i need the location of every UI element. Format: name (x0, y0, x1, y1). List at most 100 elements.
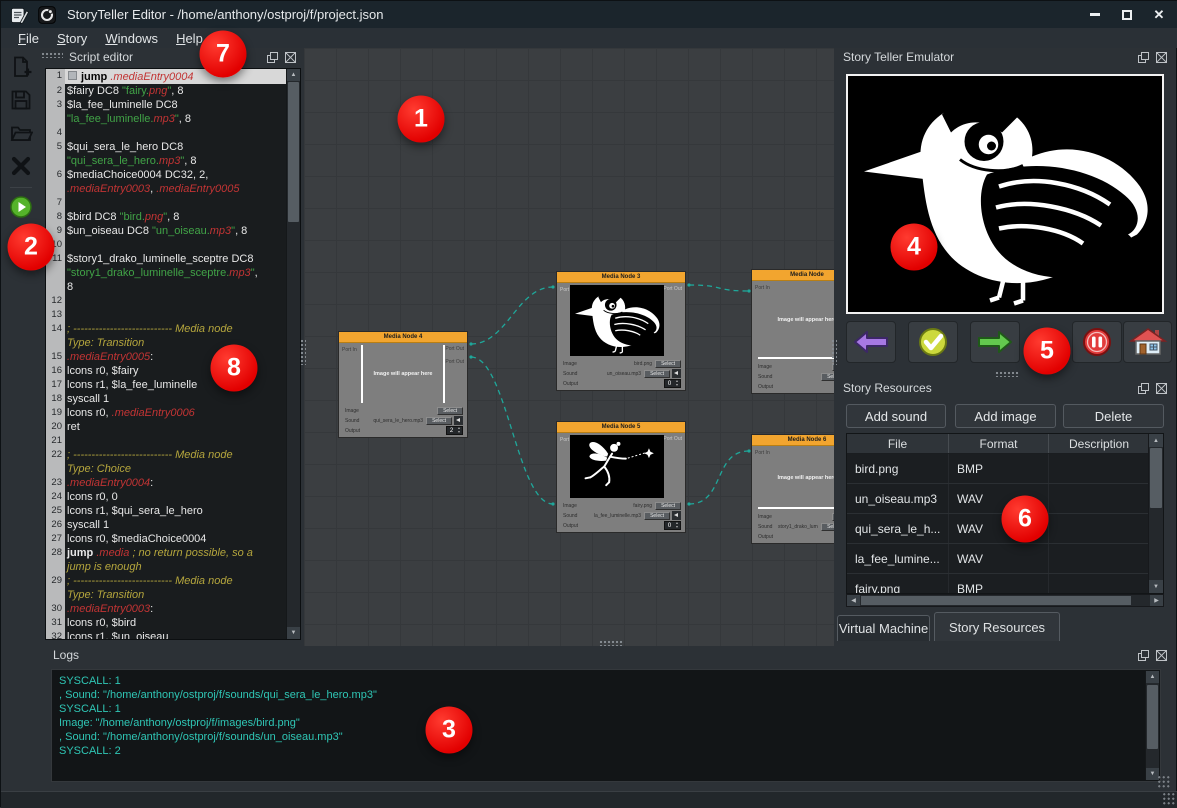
code-line[interactable]: 22; --------------------------- Media no… (46, 448, 286, 476)
tab-virtual-machine[interactable]: Virtual Machine (837, 615, 930, 641)
select-button[interactable]: Select (821, 373, 834, 381)
code-line[interactable]: 2$fairy DC8 "fairy.png", 8 (46, 84, 286, 98)
code-line[interactable]: 29; --------------------------- Media no… (46, 574, 286, 602)
select-button[interactable]: Select (644, 370, 670, 378)
spinner-arrows-icon[interactable]: ▲▼ (456, 427, 462, 434)
editor-vscrollbar[interactable]: ▲ ▼ (286, 69, 300, 639)
code-line[interactable]: 4 (46, 126, 286, 140)
code-line[interactable]: 20ret (46, 420, 286, 434)
back-button[interactable] (846, 321, 896, 363)
code-line[interactable]: 23.mediaEntry0004: (46, 476, 286, 490)
float-panel-icon[interactable] (267, 52, 278, 63)
select-button[interactable]: Select (832, 513, 834, 521)
graph-node[interactable]: Media Node 3Port InPort OutImagebird.png… (556, 271, 686, 391)
code-line[interactable]: 6$mediaChoice0004 DC32, 2,.mediaEntry000… (46, 168, 286, 196)
node-graph-canvas[interactable]: Media Node 4Port InPort OutPort OutImage… (304, 48, 834, 646)
add-sound-button[interactable]: Add sound (846, 404, 946, 428)
graph-node[interactable]: Media Node 4Port InPort OutPort OutImage… (338, 331, 468, 438)
splitter-handle[interactable] (831, 339, 837, 365)
code-line[interactable]: 1jump .mediaEntry0004 (46, 69, 286, 84)
code-line[interactable]: 18syscall 1 (46, 392, 286, 406)
ok-button[interactable] (908, 321, 958, 363)
logs-output[interactable]: SYSCALL: 1, Sound: "/home/anthony/ostpro… (51, 669, 1161, 782)
splitter-handle[interactable] (995, 371, 1019, 377)
menu-windows[interactable]: Windows (96, 31, 167, 46)
code-line[interactable]: 26syscall 1 (46, 518, 286, 532)
forward-button[interactable] (970, 321, 1020, 363)
table-row[interactable]: fairy.pngBMP (847, 574, 1163, 594)
close-panel-icon[interactable] (1156, 52, 1167, 63)
close-panel-icon[interactable] (1156, 383, 1167, 394)
column-header-format[interactable]: Format (949, 434, 1049, 453)
scroll-down-icon[interactable]: ▼ (1149, 580, 1163, 593)
port-out[interactable]: Port Out (663, 286, 682, 292)
code-line[interactable]: 32lcons r1, $un_oiseau (46, 630, 286, 639)
run-icon[interactable] (9, 195, 33, 219)
select-button[interactable]: Select (644, 512, 670, 520)
graph-node[interactable]: Media Node 6Port InImage will appear her… (751, 434, 834, 544)
code-line[interactable]: 25lcons r1, $qui_sera_le_hero (46, 504, 286, 518)
minimize-button[interactable] (1080, 5, 1110, 24)
code-line[interactable]: 28jump .media ; no return possible, so a… (46, 546, 286, 574)
tab-story-resources[interactable]: Story Resources (934, 612, 1060, 641)
table-row[interactable]: bird.pngBMP (847, 454, 1163, 484)
spinner-arrows-icon[interactable]: ▲▼ (674, 522, 680, 529)
port-out[interactable]: Port Out (445, 359, 464, 365)
add-image-button[interactable]: Add image (955, 404, 1056, 428)
close-panel-icon[interactable] (1156, 650, 1167, 661)
speaker-icon[interactable] (672, 369, 681, 378)
scroll-down-icon[interactable]: ▼ (287, 627, 300, 639)
float-panel-icon[interactable] (1138, 52, 1149, 63)
close-button[interactable]: ✕ (1144, 5, 1174, 24)
output-spinner[interactable]: 0▲▼ (664, 521, 681, 530)
dock-drag-handle[interactable] (41, 52, 63, 58)
close-x-icon[interactable] (9, 154, 33, 178)
table-hscrollbar[interactable]: ◀ ▶ (846, 594, 1164, 607)
scroll-thumb[interactable] (1147, 685, 1158, 749)
select-button[interactable]: Select (655, 360, 681, 368)
code-line[interactable]: 11$story1_drako_luminelle_sceptre DC8"st… (46, 252, 286, 294)
code-line[interactable]: 9$un_oiseau DC8 "un_oiseau.mp3", 8 (46, 224, 286, 238)
table-vscrollbar[interactable]: ▲ ▼ (1148, 434, 1163, 593)
menu-file[interactable]: File (9, 31, 48, 46)
scroll-left-icon[interactable]: ◀ (847, 595, 860, 606)
select-button[interactable]: Select (821, 523, 834, 531)
port-out[interactable]: Port Out (445, 346, 464, 352)
resize-grip[interactable] (1157, 775, 1171, 789)
script-editor[interactable]: 1jump .mediaEntry00042$fairy DC8 "fairy.… (45, 68, 301, 640)
float-panel-icon[interactable] (1138, 383, 1149, 394)
scroll-thumb[interactable] (861, 596, 1131, 605)
code-line[interactable]: 19lcons r0, .mediaEntry0006 (46, 406, 286, 420)
open-folder-icon[interactable] (9, 121, 33, 145)
select-button[interactable]: Select (655, 502, 681, 510)
code-line[interactable]: 8$bird DC8 "bird.png", 8 (46, 210, 286, 224)
output-spinner[interactable]: 0▲▼ (664, 379, 681, 388)
code-line[interactable]: 14; --------------------------- Media no… (46, 322, 286, 350)
save-icon[interactable] (9, 88, 33, 112)
code-line[interactable]: 12 (46, 294, 286, 308)
code-line[interactable]: 7 (46, 196, 286, 210)
menu-story[interactable]: Story (48, 31, 96, 46)
window-resize-grip[interactable] (1162, 792, 1176, 806)
splitter-handle[interactable] (300, 339, 306, 365)
spinner-arrows-icon[interactable]: ▲▼ (674, 380, 680, 387)
code-line[interactable]: 3$la_fee_luminelle DC8"la_fee_luminelle.… (46, 98, 286, 126)
maximize-button[interactable] (1112, 5, 1142, 24)
scroll-right-icon[interactable]: ▶ (1150, 595, 1163, 606)
code-line[interactable]: 27lcons r0, $mediaChoice0004 (46, 532, 286, 546)
code-line[interactable]: 13 (46, 308, 286, 322)
scroll-thumb[interactable] (1150, 448, 1162, 508)
scroll-up-icon[interactable]: ▲ (287, 69, 300, 81)
table-row[interactable]: la_fee_lumine...WAV (847, 544, 1163, 574)
code-line[interactable]: 10 (46, 238, 286, 252)
code-line[interactable]: 30.mediaEntry0003: (46, 602, 286, 616)
scroll-up-icon[interactable]: ▲ (1146, 671, 1159, 683)
column-header-file[interactable]: File (847, 434, 949, 453)
scroll-thumb[interactable] (288, 82, 299, 222)
output-spinner[interactable]: 2▲▼ (446, 426, 463, 435)
column-header-description[interactable]: Description (1049, 434, 1150, 453)
home-button[interactable] (1123, 321, 1172, 363)
code-line[interactable]: 24lcons r0, 0 (46, 490, 286, 504)
select-button[interactable]: Select (426, 417, 452, 425)
code-line[interactable]: 21 (46, 434, 286, 448)
